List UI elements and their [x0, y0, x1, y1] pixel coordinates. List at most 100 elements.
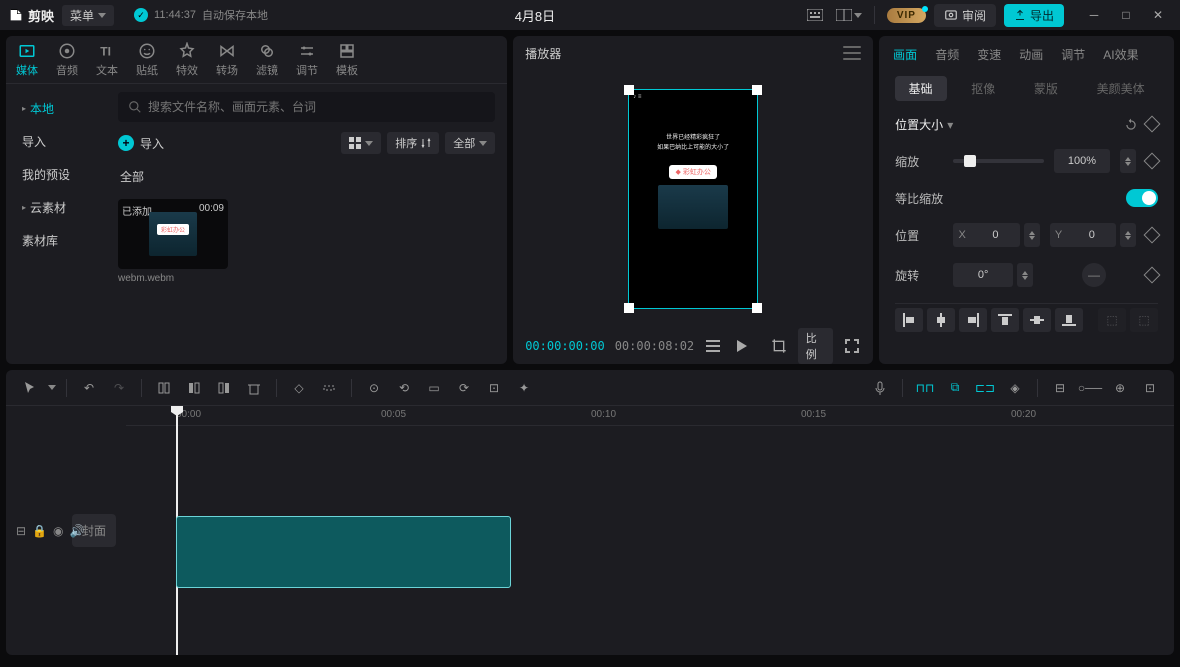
zoom-out-tool[interactable]: ⊟ — [1048, 376, 1072, 400]
x-stepper[interactable] — [1024, 223, 1040, 247]
inspector-tab-speed[interactable]: 变速 — [977, 46, 1001, 63]
import-button[interactable]: + 导入 — [118, 135, 164, 152]
tab-audio[interactable]: 音频 — [56, 42, 78, 78]
media-thumbnail[interactable]: 已添加 00:09 彩虹办公 webm.webm — [118, 199, 228, 284]
rotation-reset[interactable]: — — [1082, 263, 1106, 287]
split-tool[interactable] — [152, 376, 176, 400]
reset-icon[interactable] — [1124, 118, 1138, 132]
play-button[interactable] — [732, 336, 750, 356]
speaker-icon[interactable]: 🔊 — [70, 524, 85, 538]
keyframe-icon[interactable] — [1144, 267, 1161, 284]
subtab-basic[interactable]: 基础 — [895, 76, 947, 101]
subtab-cutout[interactable]: 抠像 — [957, 76, 1009, 101]
minimize-button[interactable]: ─ — [1080, 5, 1108, 25]
zoom-in-tool[interactable]: ⊕ — [1108, 376, 1132, 400]
video-frame[interactable]: ♪ ≡ 世界已经精彩疯狂了 如果巴纳比上可能的大小了 ◆ 彩虹办公 — [628, 89, 758, 309]
keyboard-icon[interactable] — [802, 5, 828, 25]
mic-tool[interactable] — [868, 376, 892, 400]
layout-icon[interactable] — [836, 5, 862, 25]
y-stepper[interactable] — [1120, 223, 1136, 247]
crop-icon[interactable] — [770, 336, 788, 356]
tab-sticker[interactable]: 贴纸 — [136, 42, 158, 78]
freeze-tool[interactable]: ⊙ — [362, 376, 386, 400]
tab-adjust[interactable]: 调节 — [296, 42, 318, 78]
align-bottom[interactable] — [1055, 308, 1083, 332]
cursor-tool[interactable] — [18, 376, 42, 400]
subtab-beauty[interactable]: 美颜美体 — [1083, 76, 1159, 101]
redo-button[interactable]: ↷ — [107, 376, 131, 400]
preview-menu-icon[interactable] — [843, 46, 861, 60]
maximize-button[interactable]: □ — [1112, 5, 1140, 25]
preview-stage[interactable]: ♪ ≡ 世界已经精彩疯狂了 如果巴纳比上可能的大小了 ◆ 彩虹办公 — [513, 70, 873, 328]
scale-stepper[interactable] — [1120, 149, 1136, 173]
keyframe-icon[interactable] — [1144, 115, 1161, 132]
tab-filter[interactable]: 滤镜 — [256, 42, 278, 78]
preview-tool[interactable]: ◈ — [1003, 376, 1027, 400]
undo-button[interactable]: ↶ — [77, 376, 101, 400]
ratio-button[interactable]: 比例 — [798, 328, 834, 364]
fullscreen-icon[interactable] — [843, 336, 861, 356]
rotation-value[interactable]: 0° — [953, 263, 1013, 287]
rotation-stepper[interactable] — [1017, 263, 1033, 287]
delete-tool[interactable] — [242, 376, 266, 400]
tab-transition[interactable]: 转场 — [216, 42, 238, 78]
align-left[interactable] — [895, 308, 923, 332]
sidebar-item-local[interactable]: ▸本地 — [6, 92, 106, 125]
review-button[interactable]: 审阅 — [934, 4, 996, 27]
tab-effect[interactable]: 特效 — [176, 42, 198, 78]
sidebar-item-preset[interactable]: 我的预设 — [6, 158, 106, 191]
align-hcenter[interactable] — [927, 308, 955, 332]
timeline-clip[interactable] — [176, 516, 511, 588]
inspector-tab-canvas[interactable]: 画面 — [893, 46, 917, 63]
align-top[interactable] — [991, 308, 1019, 332]
ratio-scale-toggle[interactable] — [1126, 189, 1158, 207]
split-right-tool[interactable] — [212, 376, 236, 400]
link-tool[interactable]: ⧉ — [943, 376, 967, 400]
mirror-tool[interactable]: ▭ — [422, 376, 446, 400]
sidebar-item-library[interactable]: 素材库 — [6, 224, 106, 257]
menu-button[interactable]: 菜单 — [62, 5, 114, 26]
marker-tool[interactable]: ◇ — [287, 376, 311, 400]
search-input[interactable] — [148, 100, 485, 114]
rotate-tool[interactable]: ⟳ — [452, 376, 476, 400]
select-range-tool[interactable] — [317, 376, 341, 400]
inspector-tab-ai[interactable]: AI效果 — [1103, 46, 1138, 63]
magnet-tool[interactable]: ⊓⊓ — [913, 376, 937, 400]
x-value[interactable]: 0 — [971, 223, 1019, 247]
smart-tool[interactable]: ✦ — [512, 376, 536, 400]
keyframe-icon[interactable] — [1144, 153, 1161, 170]
inspector-tab-audio[interactable]: 音频 — [935, 46, 959, 63]
filter-all-button[interactable]: 全部 — [445, 132, 495, 154]
lock-icon[interactable]: 🔒 — [32, 524, 47, 538]
zoom-slider[interactable]: ○── — [1078, 376, 1102, 400]
subtitle-icon[interactable]: ⊟ — [16, 524, 26, 538]
reverse-tool[interactable]: ⟲ — [392, 376, 416, 400]
view-mode-button[interactable] — [341, 132, 381, 154]
tab-media[interactable]: 媒体 — [16, 42, 38, 78]
tab-text[interactable]: TI文本 — [96, 42, 118, 78]
timeline-ruler[interactable]: 00:00 00:05 00:10 00:15 00:20 — [126, 406, 1174, 426]
crop-tool[interactable]: ⊡ — [482, 376, 506, 400]
subtab-mask[interactable]: 蒙版 — [1020, 76, 1072, 101]
split-left-tool[interactable] — [182, 376, 206, 400]
inspector-tab-anim[interactable]: 动画 — [1019, 46, 1043, 63]
snap-tool[interactable]: ⊏⊐ — [973, 376, 997, 400]
zoom-fit-tool[interactable]: ⊡ — [1138, 376, 1162, 400]
inspector-tab-adjust[interactable]: 调节 — [1061, 46, 1085, 63]
list-icon[interactable] — [704, 336, 722, 356]
y-value[interactable]: 0 — [1068, 223, 1116, 247]
close-button[interactable]: ✕ — [1144, 5, 1172, 25]
align-vcenter[interactable] — [1023, 308, 1051, 332]
search-box[interactable] — [118, 92, 495, 122]
scale-value[interactable]: 100% — [1054, 149, 1110, 173]
export-button[interactable]: 导出 — [1004, 4, 1064, 27]
sort-button[interactable]: 排序 — [387, 132, 439, 154]
sidebar-item-cloud[interactable]: ▸云素材 — [6, 191, 106, 224]
keyframe-icon[interactable] — [1144, 227, 1161, 244]
align-right[interactable] — [959, 308, 987, 332]
timeline-tracks[interactable]: 00:00 00:05 00:10 00:15 00:20 — [126, 406, 1174, 655]
scale-slider[interactable] — [953, 159, 1044, 163]
eye-icon[interactable]: ◉ — [53, 524, 63, 538]
sidebar-item-import[interactable]: 导入 — [6, 125, 106, 158]
vip-badge[interactable]: VIP — [887, 8, 926, 23]
